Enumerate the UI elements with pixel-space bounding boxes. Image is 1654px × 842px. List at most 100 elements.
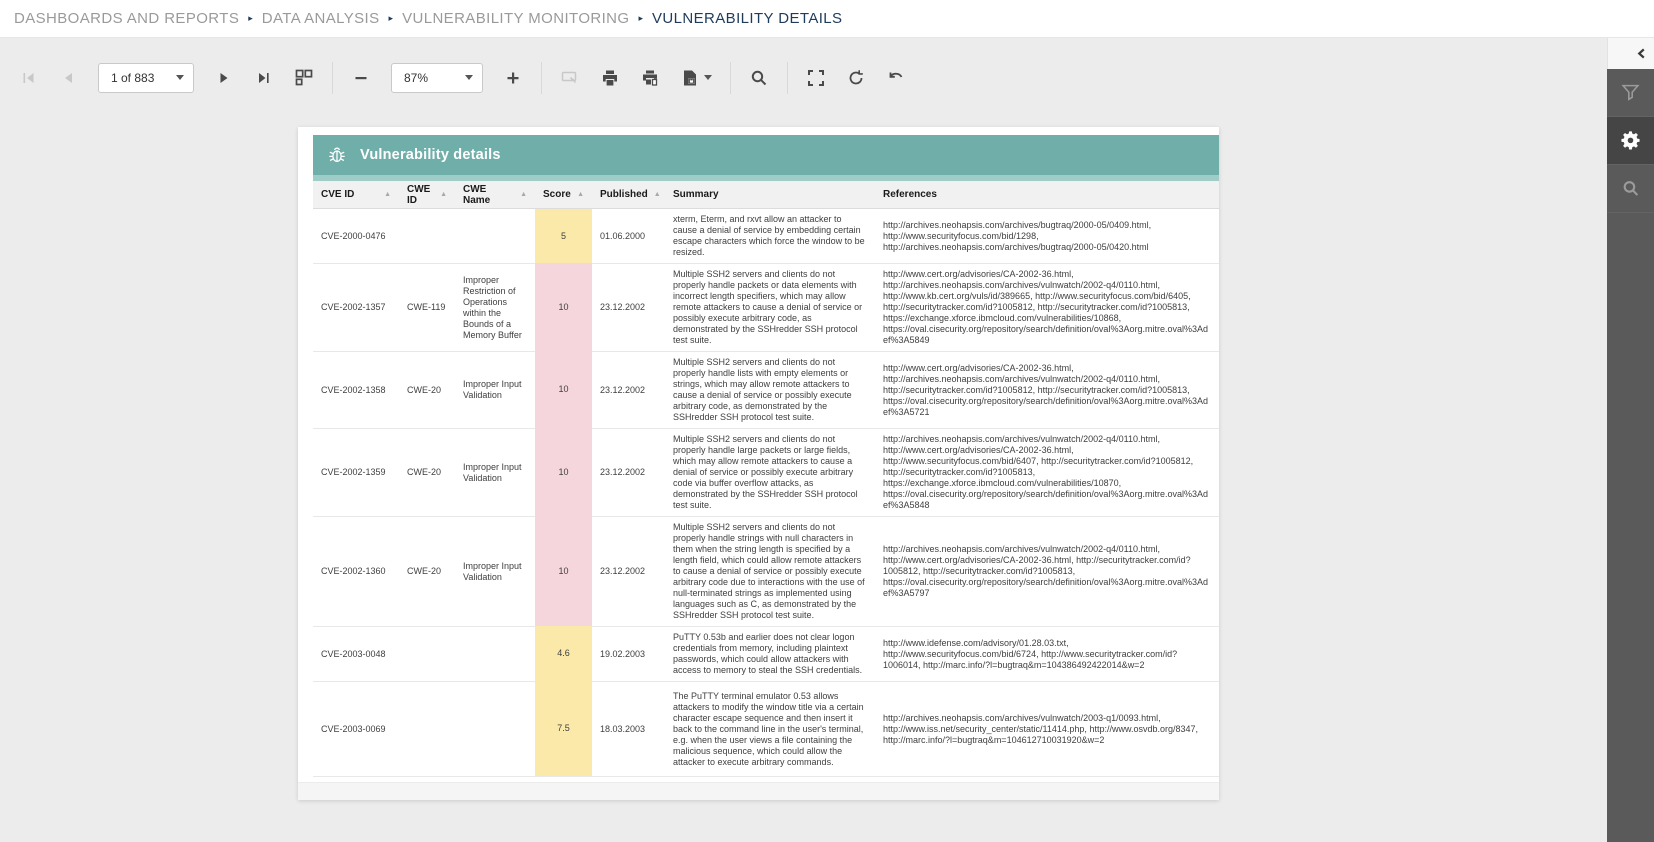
cell-cwe-id: CWE-20	[399, 428, 455, 516]
back-button[interactable]	[879, 61, 913, 95]
cell-score: 4.6	[535, 626, 592, 681]
cell-references: http://archives.neohapsis.com/archives/v…	[875, 516, 1219, 626]
toolbar-separator	[332, 61, 333, 94]
previous-page-button[interactable]	[51, 61, 85, 95]
caret-down-icon	[703, 75, 712, 80]
zoom-in-button[interactable]	[496, 61, 530, 95]
table-title-bar: Vulnerability details	[313, 135, 1219, 175]
column-header-cve-id[interactable]: CVE ID ▲	[313, 181, 399, 208]
collapse-panel-icon[interactable]	[1636, 48, 1647, 59]
table-row: CVE-2002-1357 CWE-119 Improper Restricti…	[313, 263, 1219, 351]
zoom-level-selector[interactable]: 87%	[391, 62, 483, 93]
table-row: CVE-2002-1359 CWE-20 Improper Input Vali…	[313, 428, 1219, 516]
sort-ascending-icon: ▲	[384, 191, 391, 198]
settings-panel-button[interactable]	[1607, 117, 1654, 165]
column-label: References	[883, 189, 937, 200]
column-header-summary: Summary	[665, 181, 875, 208]
cell-cve-id: CVE-2003-0048	[313, 626, 399, 681]
search-button[interactable]	[742, 61, 776, 95]
multipage-view-button[interactable]	[287, 61, 321, 95]
cell-published: 01.06.2000	[600, 230, 646, 241]
column-label: Summary	[673, 189, 719, 200]
cell-cwe-id: CWE-20	[399, 516, 455, 626]
cell-score: 5	[535, 209, 592, 263]
zoom-out-button[interactable]	[344, 61, 378, 95]
selection-tool-button[interactable]	[553, 61, 587, 95]
cell-references: http://archives.neohapsis.com/archives/b…	[883, 219, 1152, 252]
breadcrumb-separator-icon: ▸	[248, 13, 253, 23]
column-header-score[interactable]: Score ▲	[535, 181, 592, 208]
cell-published: 23.12.2002	[592, 351, 665, 428]
sort-ascending-icon: ▲	[440, 191, 447, 198]
cell-published: 19.02.2003	[592, 626, 665, 681]
breadcrumb-separator-icon: ▸	[388, 13, 394, 23]
filter-panel-button[interactable]	[1607, 69, 1654, 117]
breadcrumb-separator-icon: ▸	[638, 13, 644, 23]
sort-ascending-icon: ▲	[653, 191, 661, 198]
cell-cwe-id: CWE-20	[399, 351, 455, 428]
cell-references: http://archives.neohapsis.com/archives/v…	[875, 428, 1219, 516]
next-page-button[interactable]	[207, 61, 241, 95]
breadcrumb-item-vulnerability-details: VULNERABILITY DETAILS	[652, 10, 843, 27]
search-panel-button[interactable]	[1607, 165, 1654, 213]
export-button[interactable]	[673, 61, 719, 95]
table-row: CVE-2002-1358 CWE-20 Improper Input Vali…	[313, 351, 1219, 428]
last-page-button[interactable]	[247, 61, 281, 95]
column-label: CWE ID	[407, 183, 431, 206]
bug-icon	[327, 145, 347, 165]
column-label: CWE Name	[463, 183, 491, 206]
side-panel	[1607, 69, 1654, 842]
table-header-row: CVE ID ▲ CWE ID ▲ CWE Name ▲ Score ▲ Pub…	[313, 181, 1219, 209]
refresh-button[interactable]	[839, 61, 873, 95]
breadcrumb-item-data-analysis[interactable]: DATA ANALYSIS	[262, 10, 380, 27]
cell-cwe-name	[455, 626, 535, 681]
cell-cve-id: CVE-2003-0069	[313, 681, 399, 776]
sort-ascending-icon: ▲	[520, 191, 527, 198]
cell-published: 18.03.2003	[592, 681, 665, 776]
cell-summary: Multiple SSH2 servers and clients do not…	[665, 351, 875, 428]
toolbar-separator	[787, 61, 788, 94]
caret-down-icon	[176, 75, 184, 80]
cell-cwe-name: Improper Input Validation	[455, 516, 535, 626]
toolbar-separator	[541, 61, 542, 94]
report-toolbar: 1 of 883 87%	[8, 55, 916, 100]
table-title: Vulnerability details	[360, 147, 501, 163]
column-label: Published	[600, 189, 648, 200]
column-header-cwe-name[interactable]: CWE Name ▲	[455, 181, 535, 208]
breadcrumb-item-dashboards[interactable]: DASHBOARDS AND REPORTS	[14, 10, 239, 27]
cell-score: 10	[535, 351, 592, 428]
table-row: CVE-2003-0048 4.6 19.02.2003 PuTTY 0.53b…	[313, 626, 1219, 681]
table-row: CVE-2003-0069 7.5 18.03.2003 The PuTTY t…	[313, 681, 1219, 776]
cell-cwe-id	[399, 626, 455, 681]
print-button[interactable]	[593, 61, 627, 95]
cell-cve-id: CVE-2000-0476	[321, 230, 386, 241]
breadcrumb: DASHBOARDS AND REPORTS ▸ DATA ANALYSIS ▸…	[0, 0, 1654, 38]
cell-cwe-name	[455, 681, 535, 776]
page-selector[interactable]: 1 of 883	[98, 62, 194, 93]
cell-summary: Multiple SSH2 servers and clients do not…	[665, 428, 875, 516]
caret-down-icon	[465, 75, 473, 80]
vulnerability-table: Vulnerability details CVE ID ▲ CWE ID ▲ …	[313, 135, 1219, 800]
cell-cve-id: CVE-2002-1357	[313, 263, 399, 351]
column-header-published[interactable]: Published ▲	[592, 181, 665, 208]
cell-cve-id: CVE-2002-1360	[313, 516, 399, 626]
cell-cwe-name: Improper Input Validation	[455, 351, 535, 428]
cell-score: 10	[535, 428, 592, 516]
cell-cve-id: CVE-2002-1358	[313, 351, 399, 428]
cell-references: http://www.cert.org/advisories/CA-2002-3…	[875, 351, 1219, 428]
fullscreen-button[interactable]	[799, 61, 833, 95]
cell-published: 23.12.2002	[592, 263, 665, 351]
first-page-button[interactable]	[11, 61, 45, 95]
table-row: CVE-2002-1360 CWE-20 Improper Input Vali…	[313, 516, 1219, 626]
column-header-cwe-id[interactable]: CWE ID ▲	[399, 181, 455, 208]
cell-cwe-id	[399, 681, 455, 776]
cell-summary: Multiple SSH2 servers and clients do not…	[665, 516, 875, 626]
cell-cwe-id: CWE-119	[399, 263, 455, 351]
breadcrumb-item-vulnerability-monitoring[interactable]: VULNERABILITY MONITORING	[402, 10, 629, 27]
cell-cve-id: CVE-2002-1359	[313, 428, 399, 516]
report-page: Vulnerability details CVE ID ▲ CWE ID ▲ …	[298, 127, 1219, 800]
cell-published: 23.12.2002	[592, 428, 665, 516]
panel-collapse-bar	[1607, 38, 1654, 69]
cell-references: http://archives.neohapsis.com/archives/v…	[875, 681, 1219, 776]
print-layout-button[interactable]	[633, 61, 667, 95]
